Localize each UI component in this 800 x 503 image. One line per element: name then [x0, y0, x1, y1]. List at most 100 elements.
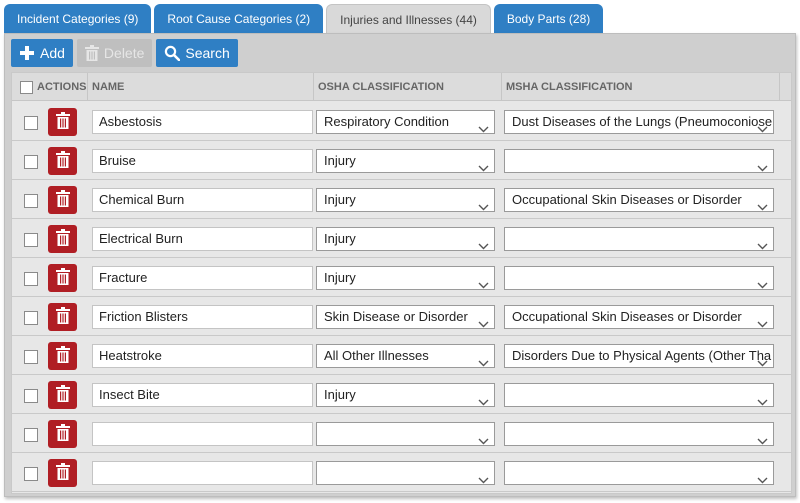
header-osha-classification[interactable]: OSHA CLASSIFICATION — [314, 73, 502, 101]
osha-classification-value: Injury — [324, 231, 356, 246]
osha-classification-select[interactable] — [316, 422, 495, 446]
row-checkbox[interactable] — [24, 194, 38, 208]
chevron-down-icon — [757, 391, 768, 406]
row-delete-button[interactable] — [48, 303, 77, 331]
msha-classification-select[interactable] — [504, 149, 774, 173]
chevron-down-icon — [757, 235, 768, 250]
chevron-down-icon — [478, 157, 489, 172]
msha-classification-select[interactable]: Occupational Skin Diseases or Disorder — [504, 305, 774, 329]
osha-classification-select[interactable]: Injury — [316, 266, 495, 290]
tab-bar: Incident Categories (9) Root Cause Categ… — [4, 4, 604, 34]
row-delete-button[interactable] — [48, 459, 77, 487]
table-row: Bruise Injury — [12, 141, 791, 180]
osha-classification-value: Injury — [324, 153, 356, 168]
chevron-down-icon — [757, 118, 768, 133]
msha-classification-select[interactable] — [504, 461, 774, 485]
osha-classification-value: Injury — [324, 192, 356, 207]
row-delete-button[interactable] — [48, 225, 77, 253]
osha-classification-value: Skin Disease or Disorder — [324, 309, 468, 324]
row-checkbox[interactable] — [24, 116, 38, 130]
row-delete-button[interactable] — [48, 420, 77, 448]
name-input[interactable]: Electrical Burn — [92, 227, 313, 251]
select-all-checkbox[interactable] — [20, 80, 33, 94]
row-checkbox[interactable] — [24, 272, 38, 286]
header-actions-label: ACTIONS — [37, 81, 87, 93]
msha-classification-select[interactable] — [504, 227, 774, 251]
msha-classification-select[interactable] — [504, 266, 774, 290]
chevron-down-icon — [757, 157, 768, 172]
osha-classification-select[interactable]: Injury — [316, 227, 495, 251]
name-input[interactable]: Asbestosis — [92, 110, 313, 134]
chevron-down-icon — [478, 274, 489, 289]
chevron-down-icon — [478, 391, 489, 406]
tab-panel: Add Delete Search ACTIONS NAME OSHA CLAS… — [4, 33, 796, 497]
row-checkbox[interactable] — [24, 155, 38, 169]
row-checkbox[interactable] — [24, 311, 38, 325]
row-checkbox[interactable] — [24, 428, 38, 442]
trash-icon — [55, 190, 70, 210]
header-name[interactable]: NAME — [88, 73, 314, 101]
header-msha-classification[interactable]: MSHA CLASSIFICATION — [502, 73, 780, 101]
chevron-down-icon — [478, 430, 489, 445]
chevron-down-icon — [478, 118, 489, 133]
chevron-down-icon — [757, 352, 768, 367]
chevron-down-icon — [757, 274, 768, 289]
trash-icon — [55, 424, 70, 444]
plus-icon — [19, 45, 35, 61]
table-row: Asbestosis Respiratory Condition Dust Dise… — [12, 102, 791, 141]
toolbar: Add Delete Search — [11, 39, 238, 67]
tab-root-cause-categories[interactable]: Root Cause Categories (2) — [154, 4, 324, 34]
chevron-down-icon — [757, 430, 768, 445]
name-input[interactable] — [92, 461, 313, 485]
trash-icon — [55, 268, 70, 288]
row-delete-button[interactable] — [48, 342, 77, 370]
msha-classification-select[interactable]: Disorders Due to Physical Agents (Other … — [504, 344, 774, 368]
tab-incident-categories[interactable]: Incident Categories (9) — [4, 4, 152, 34]
row-delete-button[interactable] — [48, 108, 77, 136]
delete-button[interactable]: Delete — [76, 39, 153, 67]
table-row — [12, 414, 791, 453]
name-input[interactable]: Bruise — [92, 149, 313, 173]
chevron-down-icon — [478, 352, 489, 367]
row-delete-button[interactable] — [48, 186, 77, 214]
osha-classification-value: Injury — [324, 387, 356, 402]
msha-classification-select[interactable] — [504, 383, 774, 407]
osha-classification-select[interactable]: Injury — [316, 383, 495, 407]
chevron-down-icon — [478, 235, 489, 250]
add-button[interactable]: Add — [11, 39, 73, 67]
row-checkbox[interactable] — [24, 350, 38, 364]
name-input[interactable]: Friction Blisters — [92, 305, 313, 329]
osha-classification-value: Respiratory Condition — [324, 114, 450, 129]
tab-injuries-and-illnesses[interactable]: Injuries and Illnesses (44) — [326, 4, 491, 34]
name-input[interactable] — [92, 422, 313, 446]
row-checkbox[interactable] — [24, 467, 38, 481]
trash-icon — [55, 151, 70, 171]
table-row — [12, 453, 791, 492]
osha-classification-select[interactable]: Injury — [316, 149, 495, 173]
osha-classification-select[interactable]: Respiratory Condition — [316, 110, 495, 134]
name-input[interactable]: Heatstroke — [92, 344, 313, 368]
trash-icon — [55, 307, 70, 327]
search-button[interactable]: Search — [156, 39, 238, 67]
row-checkbox[interactable] — [24, 389, 38, 403]
osha-classification-select[interactable] — [316, 461, 495, 485]
table-row: Insect Bite Injury — [12, 375, 791, 414]
name-input[interactable]: Chemical Burn — [92, 188, 313, 212]
osha-classification-select[interactable]: Injury — [316, 188, 495, 212]
chevron-down-icon — [478, 196, 489, 211]
row-delete-button[interactable] — [48, 147, 77, 175]
msha-classification-select[interactable]: Dust Diseases of the Lungs (Pneumoconios… — [504, 110, 774, 134]
row-delete-button[interactable] — [48, 381, 77, 409]
row-checkbox[interactable] — [24, 233, 38, 247]
osha-classification-select[interactable]: Skin Disease or Disorder — [316, 305, 495, 329]
name-input[interactable]: Insect Bite — [92, 383, 313, 407]
trash-icon — [84, 45, 99, 61]
osha-classification-select[interactable]: All Other Illnesses — [316, 344, 495, 368]
data-grid: ACTIONS NAME OSHA CLASSIFICATION MSHA CL… — [11, 72, 792, 494]
msha-classification-select[interactable] — [504, 422, 774, 446]
msha-classification-select[interactable]: Occupational Skin Diseases or Disorder — [504, 188, 774, 212]
table-row: Fracture Injury — [12, 258, 791, 297]
tab-body-parts[interactable]: Body Parts (28) — [493, 4, 604, 34]
name-input[interactable]: Fracture — [92, 266, 313, 290]
row-delete-button[interactable] — [48, 264, 77, 292]
